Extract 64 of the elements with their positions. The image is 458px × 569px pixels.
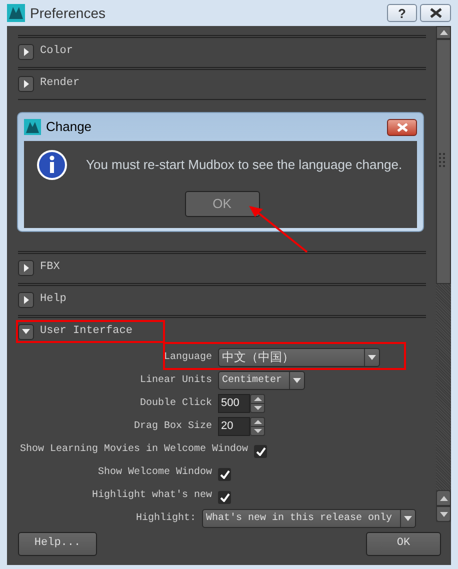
dropdown[interactable]: 中文（中国） <box>218 348 380 366</box>
close-icon <box>430 8 442 18</box>
caret-icon <box>368 354 376 360</box>
checkbox[interactable] <box>254 445 268 458</box>
setting-label: Linear Units <box>138 374 212 388</box>
window-title: Preferences <box>30 4 106 22</box>
spin-buttons[interactable] <box>250 416 265 436</box>
caret-up-icon <box>440 30 448 35</box>
section-header[interactable]: Render <box>40 75 80 92</box>
caret-up-icon <box>254 396 262 400</box>
close-button[interactable] <box>387 118 417 136</box>
setting-label: Show Learning Movies in Welcome Window <box>20 442 248 456</box>
section-header[interactable]: Color <box>40 43 74 60</box>
help-button[interactable]: ? <box>387 4 417 22</box>
section-header[interactable]: User Interface <box>40 323 132 340</box>
app-logo-icon <box>7 4 25 22</box>
ok-button[interactable]: OK <box>366 532 441 556</box>
dialog-message: You must re-start Mudbox to see the language change. <box>86 156 402 174</box>
app-logo-icon <box>24 119 41 135</box>
number-field[interactable]: 20 <box>218 416 250 436</box>
caret-up-icon <box>254 420 262 424</box>
scroll-down-button[interactable] <box>436 506 451 522</box>
expand-button[interactable] <box>18 76 34 92</box>
close-icon <box>396 122 408 132</box>
expand-button[interactable] <box>18 292 34 308</box>
annotation-arrow <box>247 204 309 254</box>
caret-up-icon <box>440 496 448 500</box>
dropdown[interactable]: What's new in this release only <box>202 508 416 528</box>
caret-down-icon <box>440 512 448 516</box>
caret-icon <box>404 516 412 520</box>
expand-button[interactable] <box>18 260 34 276</box>
checkbox[interactable] <box>218 491 231 504</box>
info-icon <box>36 149 68 181</box>
setting-label: Language <box>162 350 212 364</box>
caret-down-icon <box>22 329 30 334</box>
scrollbar-thumb[interactable] <box>436 39 451 284</box>
checkmark-icon <box>256 447 266 456</box>
caret-right-icon <box>24 48 28 56</box>
setting-label: Drag Box Size <box>132 420 212 434</box>
caret-right-icon <box>24 264 28 272</box>
caret-icon <box>293 378 301 382</box>
checkmark-icon <box>220 470 230 479</box>
section-header[interactable]: Help <box>40 291 66 308</box>
dropdown[interactable]: Centimeter <box>218 370 305 390</box>
caret-right-icon <box>24 296 28 304</box>
caret-down-icon <box>254 406 262 410</box>
collapse-button[interactable] <box>18 324 34 340</box>
scroll-up-button[interactable] <box>436 26 451 39</box>
setting-label: Highlight: <box>134 512 196 526</box>
expand-button[interactable] <box>18 44 34 60</box>
caret-right-icon <box>24 80 28 88</box>
setting-label: Highlight what's new <box>90 488 212 502</box>
close-button[interactable] <box>420 4 451 22</box>
caret-down-icon <box>254 428 262 432</box>
scroll-up-button[interactable] <box>436 490 451 506</box>
dialog-title: Change <box>46 118 92 136</box>
spin-buttons[interactable] <box>250 394 265 412</box>
checkbox[interactable] <box>218 468 231 481</box>
section-header[interactable]: FBX <box>40 259 60 276</box>
setting-label: Double Click <box>138 396 212 410</box>
help-button[interactable]: Help... <box>18 532 97 556</box>
setting-label: Show Welcome Window <box>96 466 212 480</box>
number-field[interactable]: 500 <box>218 394 250 412</box>
checkmark-icon <box>220 493 230 502</box>
